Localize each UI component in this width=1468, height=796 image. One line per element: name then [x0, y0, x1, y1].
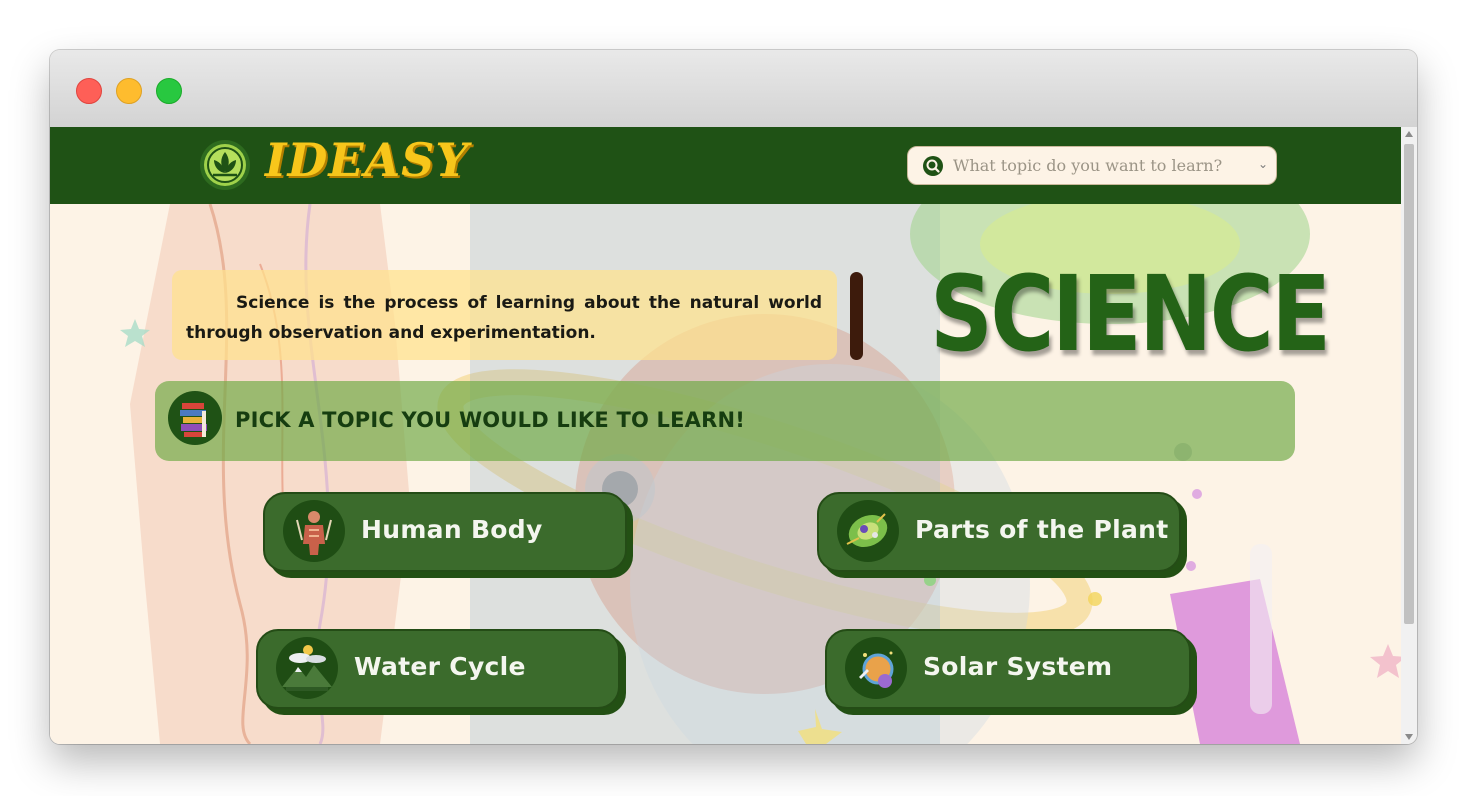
topic-button-water-cycle[interactable]: Water Cycle — [256, 629, 620, 709]
books-icon — [168, 391, 222, 445]
water-cycle-icon — [276, 637, 338, 699]
intro-description: Science is the process of learning about… — [186, 293, 822, 343]
scroll-up-arrow-icon[interactable] — [1405, 131, 1413, 137]
close-window-button[interactable] — [76, 78, 102, 104]
scrollbar-thumb[interactable] — [1404, 144, 1414, 624]
topic-label: Solar System — [923, 652, 1113, 681]
pick-topic-banner: PICK A TOPIC YOU WOULD LIKE TO LEARN! — [155, 381, 1295, 461]
page-viewport: IDEASY What topic do you want to learn? … — [50, 127, 1401, 744]
brand-name[interactable]: IDEASY — [265, 133, 469, 187]
vertical-divider — [850, 272, 863, 360]
pick-topic-label: PICK A TOPIC YOU WOULD LIKE TO LEARN! — [235, 408, 746, 432]
topic-button-parts-of-the-plant[interactable]: Parts of the Plant — [817, 492, 1181, 572]
minimize-window-button[interactable] — [116, 78, 142, 104]
solar-system-icon — [845, 637, 907, 699]
topic-label: Human Body — [361, 515, 543, 544]
intro-card: Science is the process of learning about… — [172, 270, 837, 360]
topic-search-select[interactable]: What topic do you want to learn? ⌄ — [907, 146, 1277, 185]
topic-button-human-body[interactable]: Human Body — [263, 492, 627, 572]
plant-icon — [837, 500, 899, 562]
search-placeholder: What topic do you want to learn? — [953, 156, 1223, 175]
topic-label: Water Cycle — [354, 652, 526, 681]
maximize-window-button[interactable] — [156, 78, 182, 104]
human-body-icon — [283, 500, 345, 562]
topic-button-solar-system[interactable]: Solar System — [825, 629, 1191, 709]
vertical-scrollbar[interactable] — [1401, 127, 1417, 744]
site-header: IDEASY What topic do you want to learn? … — [50, 127, 1401, 204]
topic-label: Parts of the Plant — [915, 515, 1169, 544]
page-title: SCIENCE — [930, 253, 1331, 375]
window-titlebar — [50, 50, 1417, 128]
lotus-logo-icon[interactable] — [200, 140, 250, 190]
browser-window: IDEASY What topic do you want to learn? … — [50, 50, 1417, 744]
scroll-down-arrow-icon[interactable] — [1405, 734, 1413, 740]
chevron-down-icon[interactable]: ⌄ — [1258, 157, 1268, 171]
search-icon — [923, 156, 943, 176]
